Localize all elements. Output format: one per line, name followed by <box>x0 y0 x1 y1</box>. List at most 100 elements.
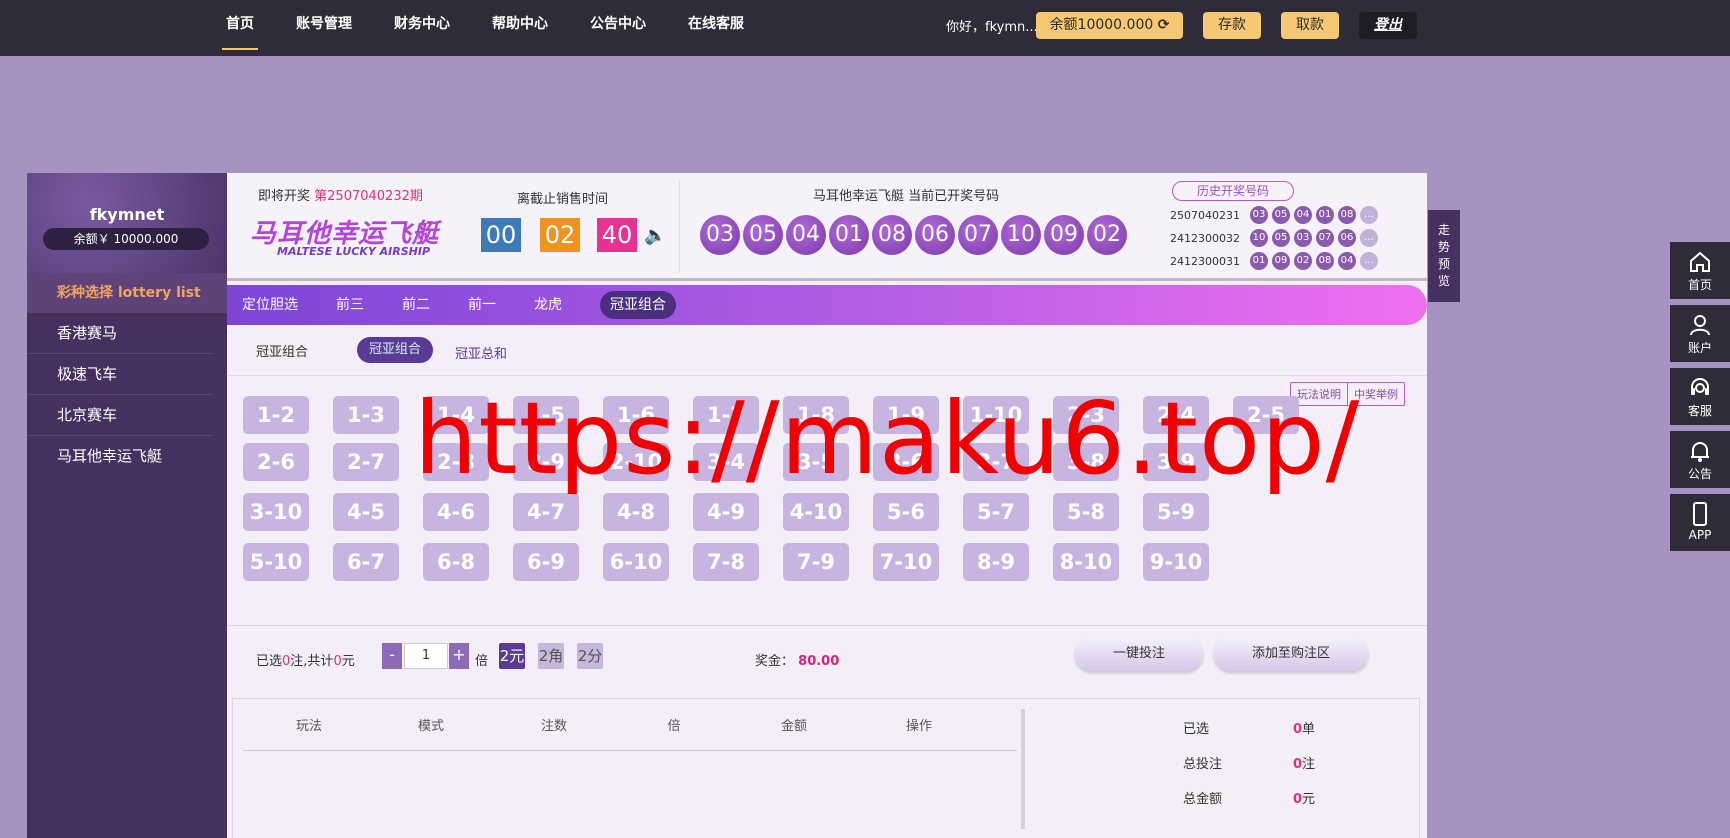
pick-button[interactable]: 5-6 <box>873 493 939 531</box>
trend-preview-tab[interactable]: 走 势 预 览 <box>1428 210 1460 302</box>
quick-bet-button[interactable]: 一键投注 <box>1075 637 1203 671</box>
pick-button[interactable]: 4-10 <box>783 493 849 531</box>
pick-button[interactable]: 1-6 <box>603 396 669 434</box>
nav-finance[interactable]: 财务中心 <box>394 0 450 56</box>
pick-button[interactable]: 1-2 <box>243 396 309 434</box>
right-tool-notice-label: 公告 <box>1687 467 1712 481</box>
nav-account[interactable]: 账号管理 <box>296 0 352 56</box>
pick-button[interactable]: 9-10 <box>1143 543 1209 581</box>
pick-button[interactable]: 7-10 <box>873 543 939 581</box>
deposit-button[interactable]: 存款 <box>1203 12 1261 39</box>
sidebar-item-speed-car[interactable]: 极速飞车 <box>27 354 213 395</box>
pick-button[interactable]: 5-10 <box>243 543 309 581</box>
pick-button[interactable]: 1-7 <box>693 396 759 434</box>
pick-button[interactable]: 1-8 <box>783 396 849 434</box>
pick-button[interactable]: 5-9 <box>1143 493 1209 531</box>
multiplier-input[interactable]: 1 <box>404 643 448 669</box>
countdown-minutes: 02 <box>540 218 580 252</box>
rules-button[interactable]: 玩法说明 <box>1291 383 1347 405</box>
tab-champion-combo[interactable]: 冠亚组合 <box>600 291 676 319</box>
pick-button[interactable]: 2-10 <box>603 443 669 481</box>
pick-button[interactable]: 3-10 <box>243 493 309 531</box>
pick-button[interactable]: 2-4 <box>1143 396 1209 434</box>
nav-service[interactable]: 在线客服 <box>688 0 744 56</box>
history-more[interactable]: ... <box>1360 229 1378 247</box>
balance-button[interactable]: 余额10000.000 ⟳ <box>1036 12 1183 39</box>
pick-button[interactable]: 6-7 <box>333 543 399 581</box>
sidebar-item-malta-airship[interactable]: 马耳他幸运飞艇 <box>27 436 213 477</box>
multiplier-increase-button[interactable]: + <box>449 643 469 669</box>
pick-button[interactable]: 1-3 <box>333 396 399 434</box>
right-tool-home[interactable]: 首页 <box>1670 242 1730 299</box>
pick-button[interactable]: 6-8 <box>423 543 489 581</box>
pick-button[interactable]: 2-7 <box>333 443 399 481</box>
pick-button[interactable]: 5-7 <box>963 493 1029 531</box>
pick-button[interactable]: 8-9 <box>963 543 1029 581</box>
logout-button[interactable]: 登出 <box>1359 12 1417 39</box>
pick-button[interactable]: 3-6 <box>873 443 939 481</box>
subtab-combo[interactable]: 冠亚组合 <box>357 337 433 363</box>
unit-fen-button[interactable]: 2分 <box>577 643 603 669</box>
unit-yuan-button[interactable]: 2元 <box>499 643 525 669</box>
tab-top2[interactable]: 前二 <box>402 291 430 319</box>
speaker-icon[interactable]: 🔈 <box>644 225 666 246</box>
history-more[interactable]: ... <box>1360 206 1378 224</box>
subtab-sum[interactable]: 冠亚总和 <box>455 343 507 362</box>
pick-button[interactable]: 1-5 <box>513 396 579 434</box>
multiplier-decrease-button[interactable]: - <box>382 643 402 669</box>
history-ball: 07 <box>1316 229 1334 247</box>
pick-button[interactable]: 8-10 <box>1053 543 1119 581</box>
summary-selected-unit: 单 <box>1302 722 1316 737</box>
trend-char: 走 <box>1437 223 1450 237</box>
user-icon <box>1690 315 1710 336</box>
tab-position[interactable]: 定位胆选 <box>242 291 298 319</box>
pick-button[interactable]: 5-8 <box>1053 493 1119 531</box>
pick-button[interactable]: 4-5 <box>333 493 399 531</box>
pick-button[interactable]: 7-8 <box>693 543 759 581</box>
pick-button[interactable]: 4-7 <box>513 493 579 531</box>
tab-top1[interactable]: 前一 <box>468 291 496 319</box>
pick-button[interactable]: 1-10 <box>963 396 1029 434</box>
history-button[interactable]: 历史开奖号码 <box>1172 181 1294 201</box>
nav-announce[interactable]: 公告中心 <box>590 0 646 56</box>
history-more[interactable]: ... <box>1360 252 1378 270</box>
pick-button[interactable]: 3-9 <box>1143 443 1209 481</box>
pick-button[interactable]: 1-4 <box>423 396 489 434</box>
pick-button[interactable]: 3-4 <box>693 443 759 481</box>
pick-button[interactable]: 3-5 <box>783 443 849 481</box>
pick-button[interactable]: 2-9 <box>513 443 579 481</box>
pick-button[interactable]: 6-10 <box>603 543 669 581</box>
unit-jiao-button[interactable]: 2角 <box>538 643 564 669</box>
pick-button[interactable]: 2-5 <box>1233 396 1299 434</box>
nav-help[interactable]: 帮助中心 <box>492 0 548 56</box>
example-button[interactable]: 中奖举例 <box>1347 383 1404 405</box>
tab-top3[interactable]: 前三 <box>336 291 364 319</box>
pick-button[interactable]: 4-6 <box>423 493 489 531</box>
sidebar-item-beijing-race[interactable]: 北京赛车 <box>27 395 213 436</box>
result-ball: 03 <box>700 215 740 255</box>
pick-button[interactable]: 3-8 <box>1053 443 1119 481</box>
pick-button[interactable]: 7-9 <box>783 543 849 581</box>
right-tool-account[interactable]: 账户 <box>1670 305 1730 362</box>
sidebar-item-hk-horse[interactable]: 香港赛马 <box>27 313 213 354</box>
result-ball: 05 <box>743 215 783 255</box>
pick-button[interactable]: 2-3 <box>1053 396 1119 434</box>
pick-button[interactable]: 4-9 <box>693 493 759 531</box>
pick-button[interactable]: 6-9 <box>513 543 579 581</box>
pick-button[interactable]: 4-8 <box>603 493 669 531</box>
withdraw-button[interactable]: 取款 <box>1281 12 1339 39</box>
pick-button[interactable]: 3-7 <box>963 443 1029 481</box>
right-tool-app[interactable]: APP <box>1670 494 1730 551</box>
history-ball: 08 <box>1338 206 1356 224</box>
sidebar-username: fkymnet <box>89 205 165 224</box>
pick-button[interactable]: 2-6 <box>243 443 309 481</box>
right-tool-service[interactable]: 客服 <box>1670 368 1730 425</box>
pick-button[interactable]: 1-9 <box>873 396 939 434</box>
history-ball: 05 <box>1272 229 1290 247</box>
pick-button[interactable]: 2-8 <box>423 443 489 481</box>
nav-home[interactable]: 首页 <box>222 0 258 56</box>
right-tool-app-label: APP <box>1688 528 1712 542</box>
tab-dragon-tiger[interactable]: 龙虎 <box>534 291 562 319</box>
right-tool-notice[interactable]: 公告 <box>1670 431 1730 488</box>
add-to-cart-button[interactable]: 添加至购注区 <box>1214 637 1368 671</box>
